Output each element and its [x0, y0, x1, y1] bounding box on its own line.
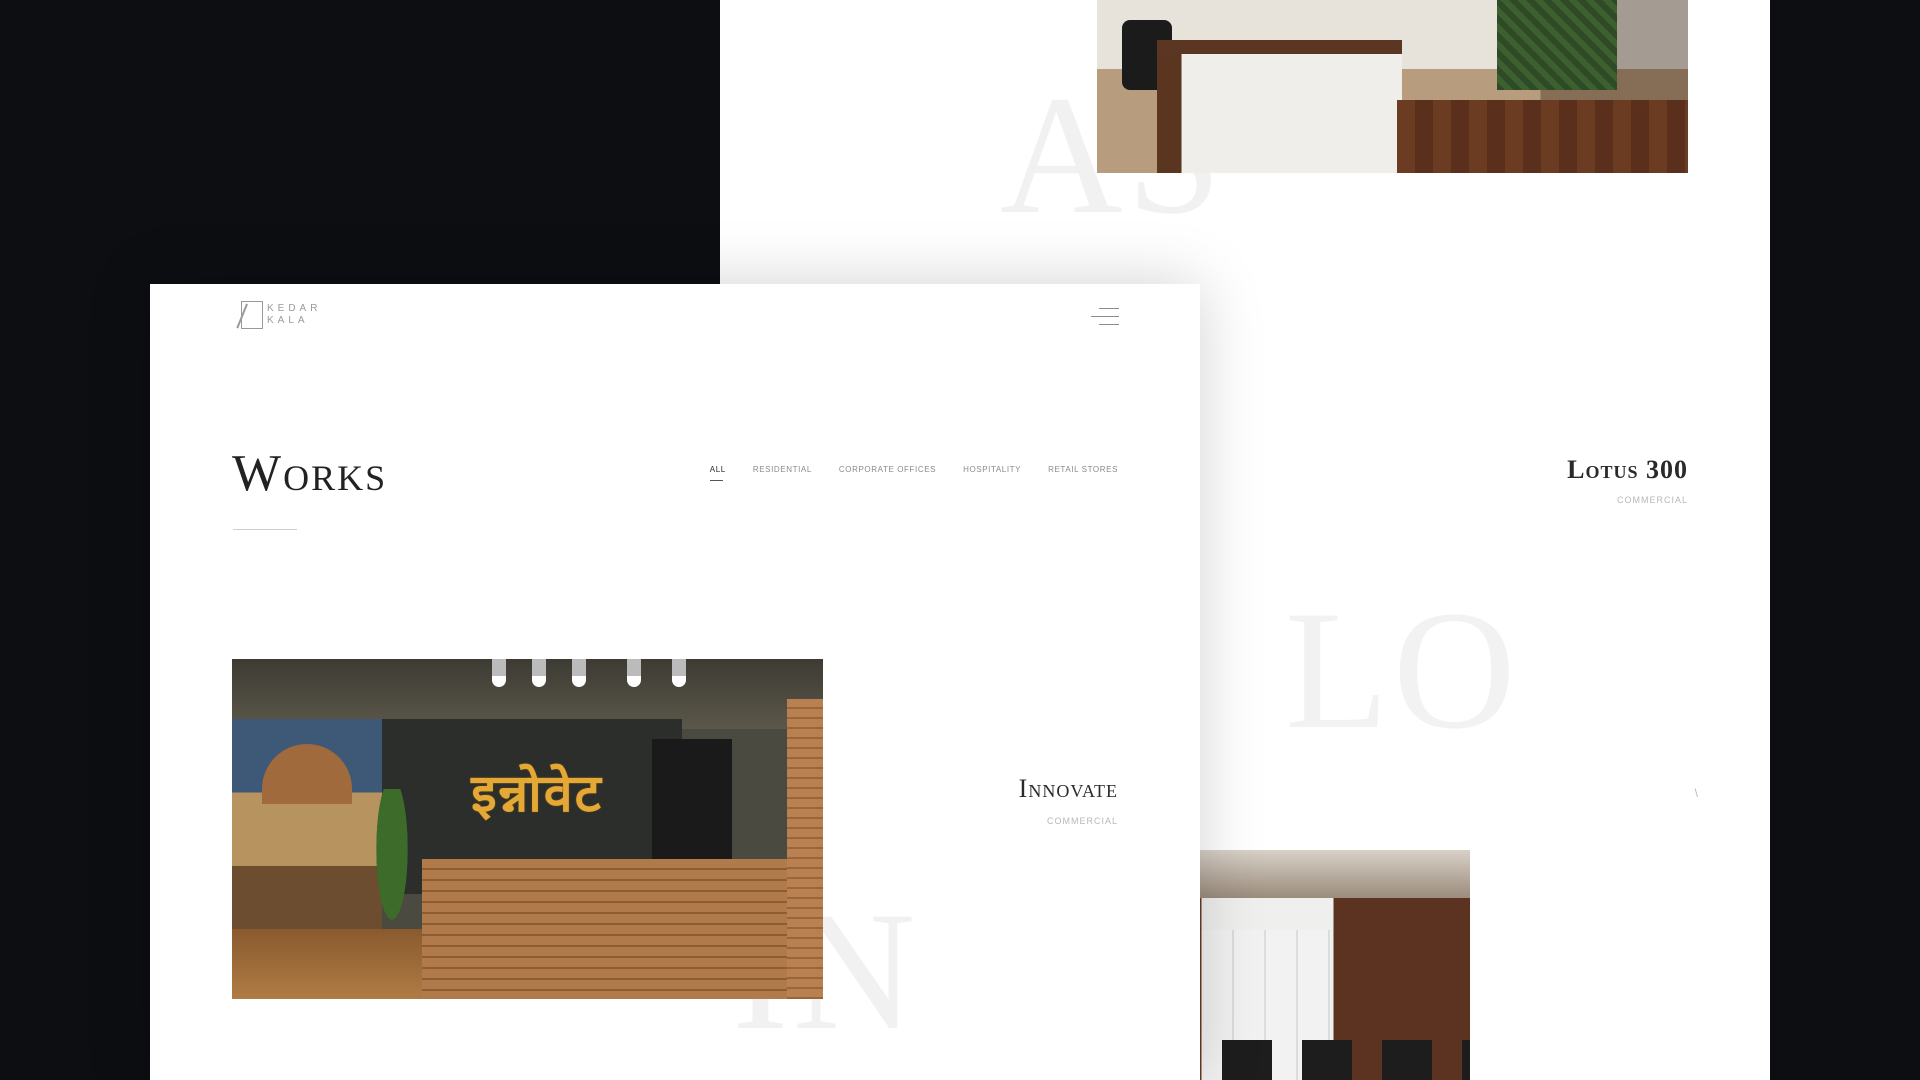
filter-hospitality[interactable]: Hospitality — [963, 465, 1021, 474]
photo-plants — [1497, 0, 1617, 90]
works-page: KEDAR KALA Works All Residential Corpora… — [150, 284, 1200, 1080]
photo-floor — [1397, 100, 1688, 173]
photo-black-panel — [652, 739, 732, 879]
menu-line — [1099, 324, 1119, 325]
project-title-innovate[interactable]: Innovate — [1019, 774, 1118, 804]
filter-retail-stores[interactable]: Retail Stores — [1048, 465, 1118, 474]
logo-line-2: KALA — [267, 315, 309, 326]
photo-slatted-wall — [787, 699, 823, 999]
project-info-innovate: Innovate Commercial — [1019, 774, 1118, 826]
pendant-lamp — [532, 659, 546, 687]
title-underline — [233, 529, 297, 530]
logo-mark-icon — [241, 301, 263, 329]
filter-corporate-offices[interactable]: Corporate Offices — [839, 465, 936, 474]
pendant-lamp — [572, 659, 586, 687]
menu-line — [1099, 308, 1119, 309]
photo-reception-counter — [422, 859, 823, 999]
project-category-innovate: Commercial — [1046, 816, 1118, 826]
project-category-lotus: Commercial — [1616, 495, 1688, 505]
project-photo-reception[interactable] — [1097, 0, 1688, 173]
pendant-lamp — [492, 659, 506, 687]
filter-residential[interactable]: Residential — [753, 465, 812, 474]
filter-all[interactable]: All — [709, 465, 726, 481]
ghost-letters-lo: LO — [1285, 576, 1520, 764]
brand-logo[interactable]: KEDAR KALA — [241, 301, 321, 329]
project-photo-innovate[interactable]: इन्नोवेट — [232, 659, 823, 999]
project-title-lotus[interactable]: Lotus 300 — [1567, 455, 1688, 485]
menu-line — [1091, 316, 1119, 317]
photo-floor — [232, 929, 422, 999]
photo-sign: इन्नोवेट — [471, 763, 603, 824]
page-title: Works — [232, 445, 388, 502]
photo-plant — [372, 789, 412, 939]
logo-text: KEDAR KALA — [267, 303, 321, 327]
project-info-lotus: Lotus 300 Commercial — [1567, 455, 1688, 505]
pendant-lamp — [672, 659, 686, 687]
hamburger-icon[interactable] — [1091, 308, 1119, 326]
photo-desk — [1157, 40, 1402, 173]
pendant-lamp — [627, 659, 641, 687]
category-filters: All Residential Corporate Offices Hospit… — [709, 465, 1118, 481]
logo-line-1: KEDAR — [267, 303, 322, 314]
stray-char: \ — [1694, 786, 1698, 800]
